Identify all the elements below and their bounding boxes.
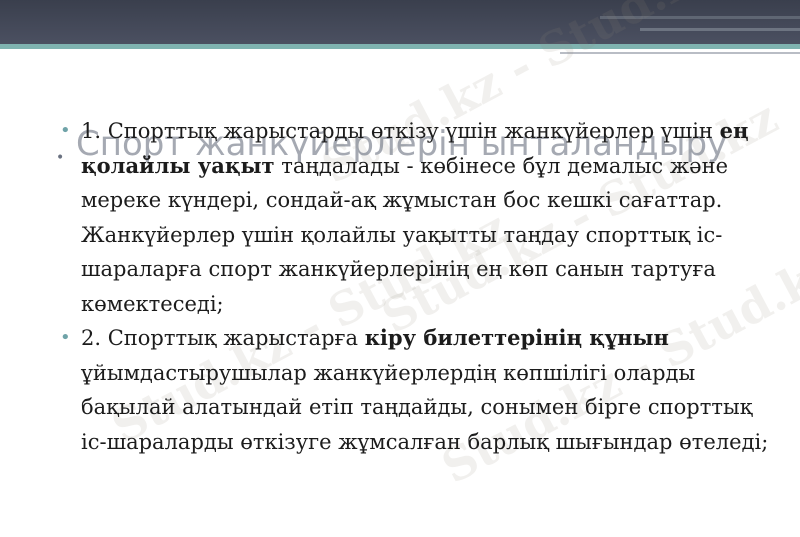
header-band — [0, 0, 800, 44]
bullet-dot: • — [60, 327, 71, 348]
decorative-stripe — [560, 52, 800, 54]
slide-body: • 1. Спорттық жарыстарды өткізу үшін жан… — [60, 114, 780, 459]
item-text: 2. Спорттық жарыстарға — [81, 326, 365, 350]
decorative-stripe — [640, 28, 800, 31]
item-text: 1. Спорттық жарыстарды өткізу үшін жанкү… — [81, 119, 720, 143]
item-emphasis: кіру билеттерінің құнын — [364, 325, 669, 350]
bullet-item: • 1. Спорттық жарыстарды өткізу үшін жан… — [60, 114, 780, 321]
bullet-item: • 2. Спорттық жарыстарға кіру билеттерін… — [60, 321, 780, 459]
item-text: ұйымдастырушылар жанкүйерлердің көпшіліг… — [81, 360, 769, 454]
decorative-stripe — [600, 16, 800, 19]
header-accent-line — [0, 44, 800, 49]
bullet-dot: • — [60, 120, 71, 141]
